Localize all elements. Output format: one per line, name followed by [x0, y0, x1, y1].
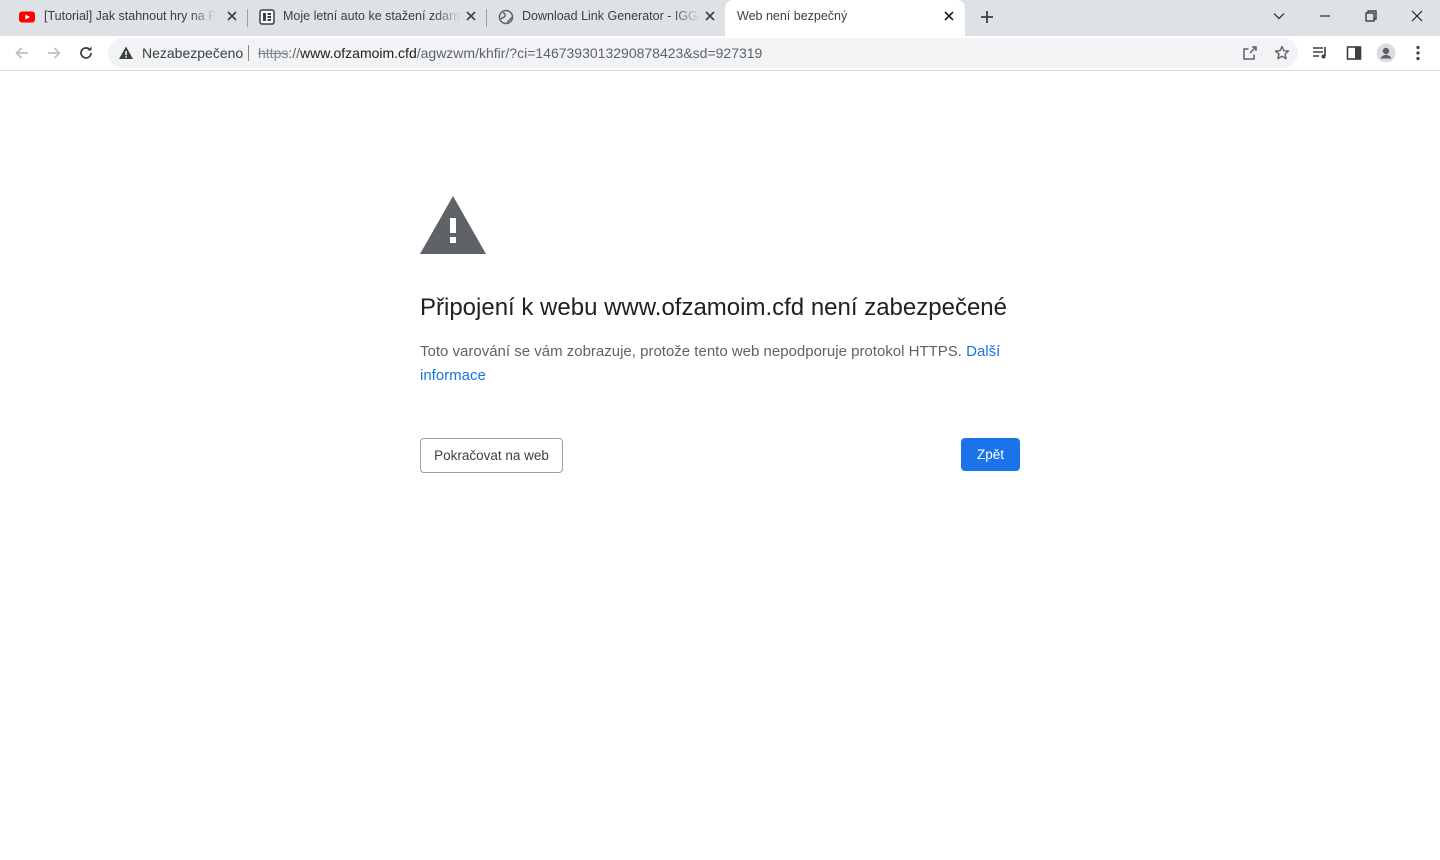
menu-button[interactable]	[1406, 41, 1430, 65]
warning-icon	[420, 196, 486, 254]
reload-icon	[80, 46, 92, 59]
avatar-icon	[1376, 43, 1396, 63]
minimize-icon	[1320, 15, 1330, 17]
restore-button[interactable]	[1348, 0, 1394, 32]
tab-strip: [Tutorial] Jak stahnout hry na PC Moje l…	[0, 0, 1440, 36]
proceed-button[interactable]: Pokračovat na web	[420, 438, 563, 473]
bookmark-button[interactable]	[1272, 43, 1292, 63]
close-icon	[1411, 10, 1423, 22]
new-tab-button[interactable]	[976, 6, 998, 28]
close-tab-icon[interactable]	[224, 8, 240, 24]
media-control-button[interactable]	[1309, 41, 1333, 65]
close-tab-icon[interactable]	[941, 8, 957, 24]
warning-icon[interactable]	[118, 45, 134, 61]
url-text[interactable]: https://www.ofzamoim.cfd/agwzwm/khfir/?c…	[258, 45, 762, 61]
tab-summer-car[interactable]: Moje letní auto ke stažení zdarma	[248, 0, 486, 34]
tab-title: Moje letní auto ke stažení zdarma	[283, 9, 461, 23]
side-panel-button[interactable]	[1342, 41, 1366, 65]
minimize-button[interactable]	[1302, 0, 1348, 32]
share-icon	[1243, 46, 1257, 60]
globe-icon	[498, 9, 514, 25]
close-tab-icon[interactable]	[702, 8, 718, 24]
tab-download-link-generator[interactable]: Download Link Generator - IGGG	[487, 0, 725, 34]
browser-toolbar: Nezabezpečeno https://www.ofzamoim.cfd/a…	[0, 36, 1440, 71]
profile-button[interactable]	[1374, 41, 1398, 65]
site-logo-icon	[259, 9, 275, 25]
url-path: /agwzwm/khfir/?ci=1467393013290878423&sd…	[416, 45, 763, 61]
more-vert-icon	[1416, 45, 1420, 61]
url-scheme: https	[258, 45, 289, 61]
chevron-down-icon	[1273, 13, 1285, 20]
arrow-right-icon	[48, 47, 61, 59]
forward-button[interactable]	[42, 41, 66, 65]
tab-unsafe-site[interactable]: Web není bezpečný	[725, 0, 965, 36]
url-separator: ://	[288, 45, 301, 61]
url-host: www.ofzamoim.cfd	[300, 45, 417, 61]
tab-title: Download Link Generator - IGGG	[522, 9, 700, 23]
close-window-button[interactable]	[1394, 0, 1440, 32]
reload-button[interactable]	[74, 41, 98, 65]
omnibox-divider	[248, 45, 249, 61]
media-queue-icon	[1313, 47, 1326, 59]
security-status[interactable]: Nezabezpečeno	[142, 45, 243, 61]
close-tab-icon[interactable]	[463, 8, 479, 24]
share-button[interactable]	[1240, 43, 1260, 63]
page-heading: Připojení k webu www.ofzamoim.cfd není z…	[420, 294, 1007, 321]
tab-search-button[interactable]	[1256, 0, 1302, 32]
restore-icon	[1365, 10, 1377, 22]
tab-title: [Tutorial] Jak stahnout hry na PC	[44, 9, 216, 23]
back-to-safety-button[interactable]: Zpět	[961, 438, 1020, 471]
tab-youtube-tutorial[interactable]: [Tutorial] Jak stahnout hry na PC	[8, 0, 246, 34]
explanation-body: Toto varování se vám zobrazuje, protože …	[420, 343, 962, 360]
explanation-text: Toto varování se vám zobrazuje, protože …	[420, 340, 1010, 388]
youtube-icon	[19, 11, 35, 23]
address-bar[interactable]: Nezabezpečeno https://www.ofzamoim.cfd/a…	[108, 38, 1298, 68]
star-icon	[1274, 45, 1290, 60]
side-panel-icon	[1346, 46, 1362, 60]
arrow-left-icon	[15, 47, 28, 59]
tab-title: Web není bezpečný	[737, 9, 848, 23]
back-button[interactable]	[10, 41, 34, 65]
plus-icon	[981, 11, 993, 23]
